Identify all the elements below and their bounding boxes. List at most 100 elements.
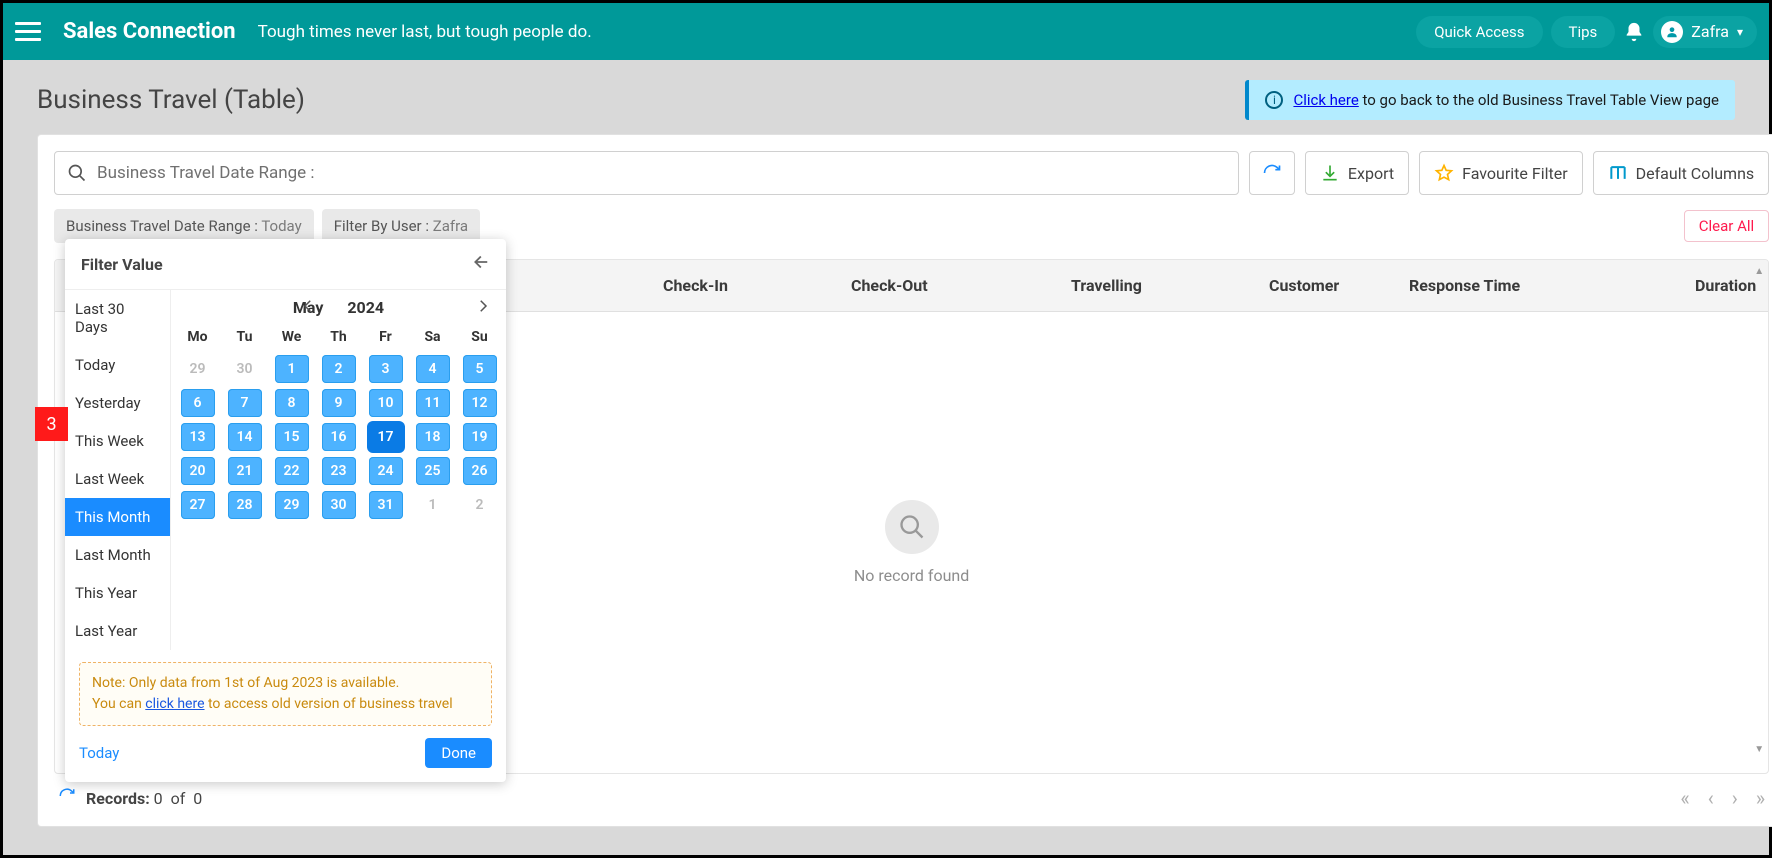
range-yesterday[interactable]: Yesterday [65,384,170,422]
pager: « ‹ › » [1680,786,1765,810]
day-20[interactable]: 20 [181,457,215,485]
day-31[interactable]: 31 [369,491,403,519]
day-4[interactable]: 4 [416,355,450,383]
range-last-week[interactable]: Last Week [65,460,170,498]
default-columns-button[interactable]: Default Columns [1593,151,1770,195]
day-13[interactable]: 13 [181,423,215,451]
done-button[interactable]: Done [425,738,492,768]
day-15[interactable]: 15 [275,423,309,451]
day-9[interactable]: 9 [322,389,356,417]
day-28[interactable]: 28 [228,491,262,519]
day-12[interactable]: 12 [463,389,497,417]
day-next[interactable]: 1 [416,491,450,519]
scroll-up-icon[interactable]: ▲ [1754,266,1764,277]
pager-prev[interactable]: ‹ [1708,786,1714,810]
refresh-button[interactable] [1249,151,1295,195]
today-link[interactable]: Today [79,744,119,762]
calendar-year[interactable]: 2024 [347,298,384,317]
tips-button[interactable]: Tips [1551,16,1616,48]
quick-access-button[interactable]: Quick Access [1416,16,1542,48]
range-last-30-days[interactable]: Last 30 Days [65,290,170,346]
calendar-next[interactable] [474,297,492,319]
calendar-prev[interactable] [299,297,317,319]
day-2[interactable]: 2 [322,355,356,383]
col-response-time[interactable]: Response Time [1397,276,1683,295]
filter-chip-user[interactable]: Filter By User : Zafra [322,209,480,243]
day-29[interactable]: 29 [275,491,309,519]
favourite-filter-button[interactable]: Favourite Filter [1419,151,1583,195]
empty-state-icon [885,500,939,554]
day-prev[interactable]: 30 [228,355,262,383]
day-14[interactable]: 14 [228,423,262,451]
col-customer[interactable]: Customer [1257,276,1397,295]
day-21[interactable]: 21 [228,457,262,485]
range-list: Last 30 DaysTodayYesterdayThis WeekLast … [65,290,171,650]
day-24[interactable]: 24 [369,457,403,485]
date-range-popup: Filter Value Last 30 DaysTodayYesterdayT… [65,239,506,782]
pager-last[interactable]: » [1756,786,1765,810]
day-6[interactable]: 6 [181,389,215,417]
star-icon [1434,163,1454,183]
range-last-month[interactable]: Last Month [65,536,170,574]
day-30[interactable]: 30 [322,491,356,519]
pager-next[interactable]: › [1732,786,1738,810]
col-checkin[interactable]: Check-In [651,276,839,295]
legacy-view-alert: i Click here to go back to the old Busin… [1245,80,1735,120]
bell-icon[interactable] [1623,21,1645,43]
day-26[interactable]: 26 [463,457,497,485]
search-input[interactable]: Business Travel Date Range : [54,151,1239,195]
col-checkout[interactable]: Check-Out [839,276,1059,295]
range-today[interactable]: Today [65,346,170,384]
user-menu[interactable]: Zafra ▾ [1653,16,1757,48]
tagline: Tough times never last, but tough people… [258,22,592,42]
footer-refresh-button[interactable] [58,787,76,809]
scroll-down-icon[interactable]: ▼ [1754,744,1764,755]
avatar-icon [1661,21,1683,43]
menu-icon[interactable] [15,17,45,47]
day-7[interactable]: 7 [228,389,262,417]
day-23[interactable]: 23 [322,457,356,485]
day-next[interactable]: 2 [463,491,497,519]
columns-icon [1608,163,1628,183]
day-22[interactable]: 22 [275,457,309,485]
day-3[interactable]: 3 [369,355,403,383]
search-icon [67,163,87,183]
old-version-link[interactable]: click here [145,696,204,712]
records-label: Records: [86,789,150,808]
day-11[interactable]: 11 [416,389,450,417]
empty-state-text: No record found [854,566,969,585]
popup-header: Filter Value [65,239,506,290]
username: Zafra [1691,22,1729,41]
legacy-view-link[interactable]: Click here [1293,91,1358,109]
availability-note: Note: Only data from 1st of Aug 2023 is … [79,662,492,726]
day-19[interactable]: 19 [463,423,497,451]
info-icon: i [1265,91,1283,109]
filter-chips: Business Travel Date Range : Today Filte… [54,209,1769,243]
day-10[interactable]: 10 [369,389,403,417]
back-icon[interactable] [468,251,490,277]
download-icon [1320,163,1340,183]
search-label: Business Travel Date Range : [97,163,314,183]
day-17[interactable]: 17 [369,423,403,451]
col-travelling[interactable]: Travelling [1059,276,1257,295]
clear-all-button[interactable]: Clear All [1684,210,1769,242]
day-25[interactable]: 25 [416,457,450,485]
day-5[interactable]: 5 [463,355,497,383]
day-18[interactable]: 18 [416,423,450,451]
pager-first[interactable]: « [1680,786,1689,810]
refresh-icon [1262,163,1282,183]
export-button[interactable]: Export [1305,151,1409,195]
day-8[interactable]: 8 [275,389,309,417]
range-this-week[interactable]: This Week [65,422,170,460]
filter-chip-date-range[interactable]: Business Travel Date Range : Today [54,209,314,243]
scrollbar[interactable]: ▲ ▼ [1752,262,1766,759]
day-1[interactable]: 1 [275,355,309,383]
range-last-year[interactable]: Last Year [65,612,170,650]
day-prev[interactable]: 29 [181,355,215,383]
range-this-year[interactable]: This Year [65,574,170,612]
range-this-month[interactable]: This Month [65,498,170,536]
day-27[interactable]: 27 [181,491,215,519]
page-title: Business Travel (Table) [37,85,305,115]
day-16[interactable]: 16 [322,423,356,451]
dow-fr: Fr [365,325,406,349]
